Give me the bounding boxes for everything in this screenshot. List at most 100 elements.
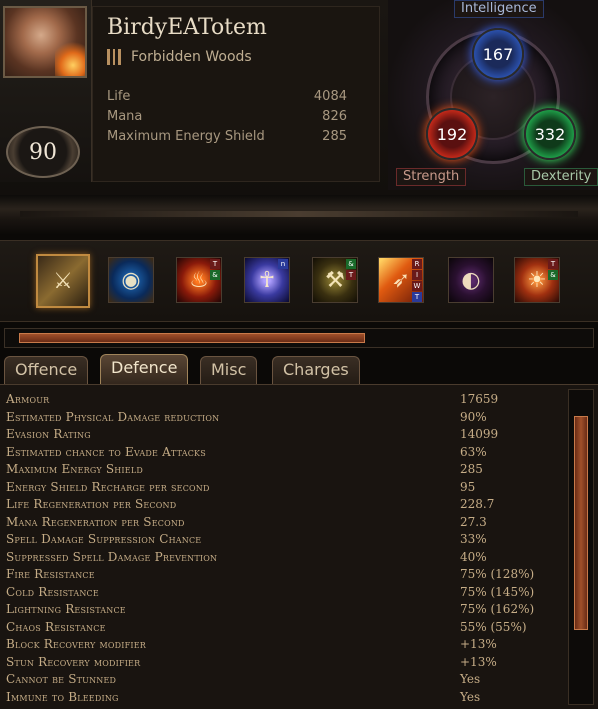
stat-value: 33% xyxy=(460,532,487,546)
stat-value: +13% xyxy=(460,654,497,669)
stat-name: Energy Shield Recharge per second xyxy=(6,479,210,494)
skill-scrollbar[interactable] xyxy=(4,328,594,348)
vital-stats: Life 4084 Mana 826 Maximum Energy Shield… xyxy=(107,89,347,149)
stat-row: Maximum Energy Shield 285 xyxy=(0,461,566,479)
stat-name: Immune to Bleeding xyxy=(6,689,119,704)
skill-slot-spirit[interactable]: ☥ n xyxy=(244,257,290,303)
stat-name: Block Recovery modifier xyxy=(6,637,147,651)
vital-label: Maximum Energy Shield xyxy=(107,129,265,144)
vital-label: Life xyxy=(107,89,131,104)
stat-name: Fire Resistance xyxy=(6,567,95,581)
stat-value: 75% (162%) xyxy=(460,602,535,616)
stat-name: Life Regeneration per Second xyxy=(6,497,177,511)
stat-row: Life Regeneration per Second 228.7 xyxy=(0,496,566,514)
tag-and: & xyxy=(548,270,558,280)
tag-and: & xyxy=(210,270,220,280)
stat-name: Stun Recovery modifier xyxy=(6,654,141,669)
tag-i: I xyxy=(412,270,422,280)
stat-row: Energy Shield Recharge per second 95 xyxy=(0,479,566,497)
stat-value: +13% xyxy=(460,637,497,651)
stat-name: Suppressed Spell Damage Prevention xyxy=(6,549,218,564)
stat-row: Cold Resistance 75% (145%) xyxy=(0,584,566,602)
tab-offence[interactable]: Offence xyxy=(4,356,89,384)
stat-name: Lightning Resistance xyxy=(6,602,126,616)
stat-value: Yes xyxy=(460,672,481,686)
skill-slot-shield[interactable]: ◉ xyxy=(108,257,154,303)
strength-value: 192 xyxy=(436,124,468,144)
stat-value: 27.3 xyxy=(460,514,487,529)
stat-value: 17659 xyxy=(460,392,499,406)
tab-misc[interactable]: Misc xyxy=(200,356,258,384)
sword-icon: ⚔ xyxy=(53,268,73,294)
skill-slot-fire-arrow[interactable]: ➶ RIWT xyxy=(378,257,424,303)
defence-stats-panel: Armour 17659 Estimated Physical Damage red… xyxy=(0,384,598,709)
character-header: 90 BirdyEATotem Forbidden Woods Life 408… xyxy=(0,0,598,195)
skill-slot-war-cry[interactable]: ☀ T & xyxy=(514,257,560,303)
strength-label: Strength xyxy=(396,168,467,186)
stat-value: Yes xyxy=(460,689,481,704)
tag-n: n xyxy=(278,259,288,269)
tab-charges[interactable]: Charges xyxy=(272,356,360,384)
stats-list: Armour 17659 Estimated Physical Damage red… xyxy=(0,391,566,706)
stats-scrollbar[interactable] xyxy=(568,389,594,705)
skill-slot-sword[interactable]: ⚔ xyxy=(36,254,90,308)
stat-name: Estimated chance to Evade Attacks xyxy=(6,444,206,459)
tag-totem: T xyxy=(210,259,220,269)
tag-r: R xyxy=(412,259,422,269)
character-portrait[interactable] xyxy=(3,6,87,78)
stat-name: Evasion Rating xyxy=(6,427,91,441)
character-name: BirdyEATotem xyxy=(107,15,267,40)
stat-name: Armour xyxy=(6,392,50,406)
vital-value: 4084 xyxy=(313,89,347,104)
tag-totem: T xyxy=(548,259,558,269)
intelligence-orb[interactable]: 167 xyxy=(472,28,524,80)
stat-row: Cannot be Stunned Yes xyxy=(0,671,566,689)
stat-row: Armour 17659 xyxy=(0,391,566,409)
stat-name: Estimated Physical Damage reduction xyxy=(6,409,220,424)
intelligence-value: 167 xyxy=(482,44,514,64)
skill-strip: ⚔ ◉ ♨ T & ☥ n ⚒ & T ➶ RIWT ◐ ☀ T & xyxy=(0,240,598,322)
tab-defence[interactable]: Defence xyxy=(100,354,189,384)
league-name: Forbidden Woods xyxy=(131,49,252,65)
stat-value: 63% xyxy=(460,444,487,459)
level-badge: 90 xyxy=(6,126,80,178)
stat-name: Spell Damage Suppression Chance xyxy=(6,532,202,546)
stat-row: Chaos Resistance 55% (55%) xyxy=(0,619,566,637)
character-info-panel: BirdyEATotem Forbidden Woods Life 4084 M… xyxy=(92,6,380,182)
stat-row: Evasion Rating 14099 xyxy=(0,426,566,444)
stat-row: Suppressed Spell Damage Prevention 40% xyxy=(0,549,566,567)
skill-slot-dark-arc[interactable]: ◐ xyxy=(448,257,494,303)
vital-value: 285 xyxy=(322,129,347,144)
fire-icon xyxy=(55,40,85,76)
dexterity-orb[interactable]: 332 xyxy=(524,108,576,160)
level-value: 90 xyxy=(29,139,57,165)
skill-slot-warrior[interactable]: ⚒ & T xyxy=(312,257,358,303)
blue-shield-icon: ◉ xyxy=(121,267,141,293)
tag-t: T xyxy=(412,292,422,302)
stats-scrollbar-thumb[interactable] xyxy=(574,416,588,630)
ornamental-divider xyxy=(0,195,598,235)
stat-value: 75% (128%) xyxy=(460,567,535,581)
attribute-wheel: Intelligence 167 192 332 Strength Dexter… xyxy=(388,0,598,190)
stat-name: Cold Resistance xyxy=(6,584,99,599)
stat-value: 95 xyxy=(460,479,476,494)
stat-row: Mana Regeneration per Second 27.3 xyxy=(0,514,566,532)
tag-and: & xyxy=(346,259,356,269)
stat-name: Maximum Energy Shield xyxy=(6,462,143,476)
skill-scrollbar-thumb[interactable] xyxy=(19,333,365,343)
strength-orb[interactable]: 192 xyxy=(426,108,478,160)
stat-value: 55% (55%) xyxy=(460,619,527,634)
stat-name: Chaos Resistance xyxy=(6,619,106,634)
vital-value: 826 xyxy=(322,109,347,124)
stat-value: 228.7 xyxy=(460,497,495,511)
stat-tab-bar: Offence Defence Misc Charges xyxy=(0,354,598,384)
vital-row-life: Life 4084 xyxy=(107,89,347,109)
vital-label: Mana xyxy=(107,109,143,124)
stat-row: Estimated chance to Evade Attacks 63% xyxy=(0,444,566,462)
tag-totem: T xyxy=(346,270,356,280)
vital-row-mana: Mana 826 xyxy=(107,109,347,129)
skill-slot-fire-totem[interactable]: ♨ T & xyxy=(176,257,222,303)
stat-value: 75% (145%) xyxy=(460,584,535,599)
stat-row: Stun Recovery modifier +13% xyxy=(0,654,566,672)
stat-row: Block Recovery modifier +13% xyxy=(0,636,566,654)
